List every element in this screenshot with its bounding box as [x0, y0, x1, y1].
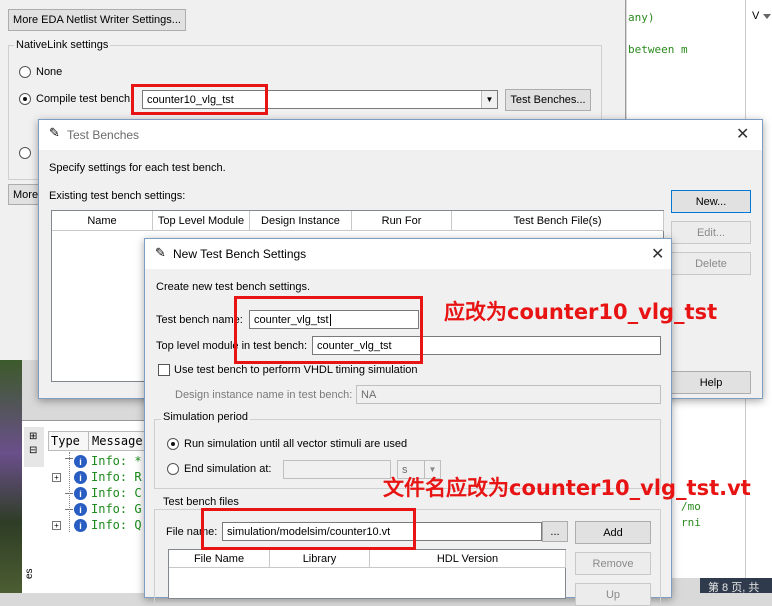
more-settings-button[interactable]: More [8, 184, 42, 205]
more-eda-netlist-button[interactable]: More EDA Netlist Writer Settings... [8, 9, 186, 31]
test-benches-button[interactable]: Test Benches... [505, 89, 591, 111]
nativelink-group-title: NativeLink settings [14, 39, 111, 51]
existing-label: Existing test bench settings: [49, 190, 186, 202]
message-rows: i Info: * + i Info: R i Info: C i Info: … [48, 452, 152, 594]
name-annotation: 应改为counter10_vlg_tst [444, 300, 718, 324]
header-message[interactable]: Message [92, 434, 143, 448]
messages-panel: es ⊞ ⊟ Type Message i Info: * + i Info: … [22, 420, 152, 593]
design-instance-value: NA [361, 388, 377, 401]
table-row[interactable]: + i Info: Q [48, 518, 152, 534]
dock-icons: ⊞ ⊟ [24, 427, 44, 467]
highlight-compile-box [131, 84, 268, 115]
new-tb-title: New Test Bench Settings [173, 247, 307, 261]
code-line-1: any) [628, 11, 655, 24]
v-label: V [752, 10, 760, 22]
radio-compile-test-bench[interactable] [19, 93, 31, 105]
test-benches-title: Test Benches [67, 128, 140, 142]
status-bar: 第 8 页, 共 [700, 578, 772, 594]
info-icon: i [74, 471, 87, 484]
header-type[interactable]: Type [51, 434, 80, 448]
message-text: Info: * [91, 454, 142, 468]
test-bench-name-label: Test bench name: [156, 314, 243, 326]
message-panel-icon[interactable]: ⊟ [29, 445, 37, 456]
highlight-file-box [201, 508, 416, 550]
pin-icon[interactable]: ⊞ [29, 431, 37, 442]
message-text: Info: R [91, 470, 142, 484]
table-row[interactable]: + i Info: R [48, 470, 152, 486]
test-bench-files-title: Test bench files [161, 496, 241, 508]
remove-button[interactable]: Remove [575, 552, 651, 575]
info-icon: i [74, 519, 87, 532]
message-text: Info: C [91, 486, 142, 500]
end-time-input[interactable] [283, 460, 391, 479]
delete-button[interactable]: Delete [671, 252, 751, 275]
info-icon: i [74, 503, 87, 516]
col-name[interactable]: Name [52, 211, 153, 231]
browse-button[interactable]: ... [542, 521, 568, 542]
table-row[interactable]: i Info: G [48, 502, 152, 518]
expand-plus-icon[interactable]: + [52, 521, 61, 530]
messages-header: Type Message [48, 431, 152, 451]
new-tb-titlebar: ✎ New Test Bench Settings ✕ [145, 239, 671, 269]
info-icon: i [74, 487, 87, 500]
compile-dropdown-arrow-icon[interactable]: ▼ [481, 91, 497, 108]
vhdl-timing-label: Use test bench to perform VHDL timing si… [174, 364, 418, 376]
col-top-level-module[interactable]: Top Level Module [153, 211, 250, 231]
col-design-instance[interactable]: Design Instance [250, 211, 352, 231]
design-instance-label: Design instance name in test bench: [175, 389, 353, 401]
run-until-label: Run simulation until all vector stimuli … [184, 438, 408, 450]
info-icon: i [74, 455, 87, 468]
left-background-photo [0, 360, 22, 593]
new-button[interactable]: New... [671, 190, 751, 213]
col-library[interactable]: Library [270, 550, 370, 568]
end-at-radio[interactable] [167, 463, 179, 475]
test-benches-titlebar: ✎ Test Benches ✕ [39, 120, 762, 150]
pen-icon: ✎ [155, 246, 166, 261]
simulation-period-title: Simulation period [161, 411, 250, 423]
highlight-name-box [234, 296, 423, 364]
code-line-4: rni [681, 516, 701, 529]
close-icon[interactable]: ✕ [736, 124, 749, 143]
message-text: Info: G [91, 502, 142, 516]
vhdl-timing-checkbox[interactable] [158, 364, 170, 376]
col-test-bench-files[interactable]: Test Bench File(s) [452, 211, 664, 231]
expand-plus-icon[interactable]: + [52, 473, 61, 482]
code-line-2: between m [628, 43, 688, 56]
col-file-name[interactable]: File Name [169, 550, 270, 568]
radio-none[interactable] [19, 66, 31, 78]
file-annotation: 文件名应改为counter10_vlg_tst.vt [383, 476, 751, 500]
table-row[interactable]: i Info: C [48, 486, 152, 502]
radio-third[interactable] [19, 147, 31, 159]
up-button[interactable]: Up [575, 583, 651, 606]
file-table[interactable]: File Name Library HDL Version [168, 549, 566, 599]
help-button[interactable]: Help [671, 371, 751, 394]
end-at-label: End simulation at: [184, 463, 272, 475]
pen-icon: ✎ [49, 126, 60, 141]
design-instance-input[interactable]: NA [356, 385, 661, 404]
radio-compile-label: Compile test bench: [36, 93, 134, 105]
create-text: Create new test bench settings. [156, 281, 311, 293]
specify-text: Specify settings for each test bench. [49, 162, 226, 174]
col-hdl-version[interactable]: HDL Version [370, 550, 566, 568]
edit-button[interactable]: Edit... [671, 221, 751, 244]
radio-none-label: None [36, 66, 63, 78]
expand-icon[interactable] [763, 14, 771, 19]
col-run-for[interactable]: Run For [352, 211, 452, 231]
close-icon[interactable]: ✕ [651, 244, 664, 263]
messages-left-label: es [24, 568, 35, 579]
run-until-radio[interactable] [167, 438, 179, 450]
message-text: Info: Q [91, 518, 142, 532]
add-button[interactable]: Add [575, 521, 651, 544]
table-row[interactable]: i Info: * [48, 454, 152, 470]
